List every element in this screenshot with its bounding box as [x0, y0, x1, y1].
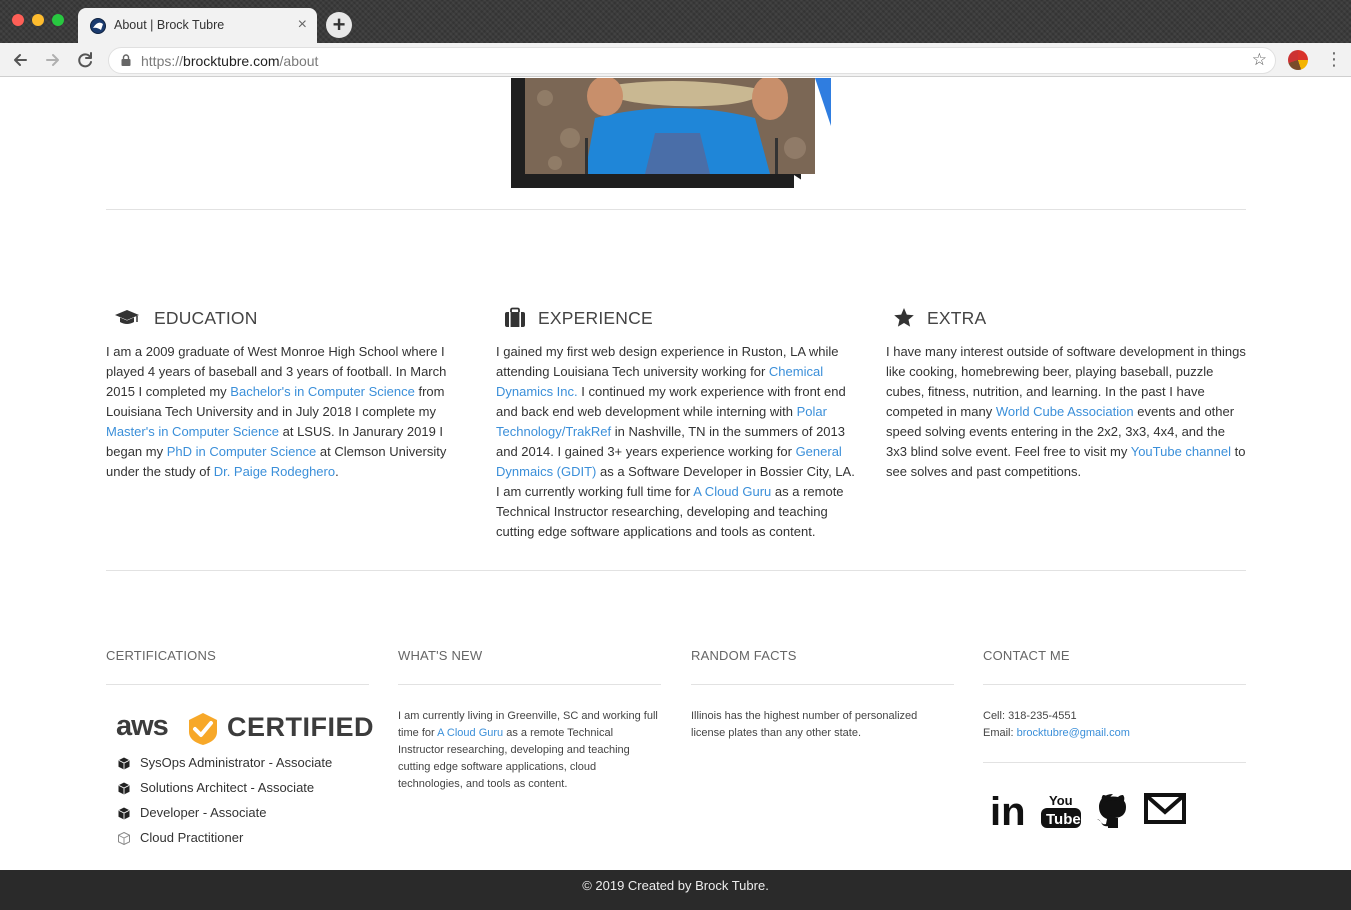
divider	[106, 209, 1246, 210]
certifications-section: CERTIFICATIONS	[106, 648, 369, 685]
random-facts-title: RANDOM FACTS	[691, 648, 954, 685]
email-link[interactable]: brocktubre@gmail.com	[1017, 727, 1130, 739]
whats-new-title: WHAT'S NEW	[398, 648, 661, 685]
reload-icon[interactable]	[74, 49, 96, 71]
aws-certified-text: CERTIFIED	[227, 712, 375, 742]
certification-item: SysOps Administrator - Associate	[116, 752, 368, 777]
divider	[106, 570, 1246, 571]
education-title: EDUCATION	[154, 308, 258, 328]
browser-toolbar: https://brocktubre.com/about ☆ ⋮	[0, 43, 1351, 77]
bookmark-star-icon[interactable]: ☆	[1252, 50, 1267, 70]
address-bar[interactable]: https://brocktubre.com/about ☆	[108, 47, 1276, 74]
aws-certifications-badge: aws CERTIFIED SysOps Administrator - Ass…	[116, 710, 374, 852]
a-cloud-guru-link[interactable]: A Cloud Guru	[437, 727, 503, 739]
social-links: in You Tube	[983, 791, 1246, 831]
site-favicon-icon	[90, 18, 106, 34]
random-fact-text: Illinois has the highest number of perso…	[691, 710, 918, 739]
lock-icon	[121, 54, 131, 66]
tab-title: About | Brock Tubre	[114, 18, 225, 32]
checkmark-badge-icon	[189, 713, 217, 745]
svg-text:in: in	[990, 791, 1026, 829]
svg-text:Tube: Tube	[1046, 811, 1081, 828]
cube-icon	[118, 782, 130, 795]
certification-item: Cloud Practitioner	[116, 827, 368, 852]
whats-new-section: WHAT'S NEW I am currently living in Gree…	[398, 648, 661, 793]
certifications-title: CERTIFICATIONS	[106, 648, 369, 685]
star-icon	[894, 308, 914, 327]
education-section: EDUCATION I am a 2009 graduate of West M…	[106, 306, 466, 482]
tab-close-icon[interactable]: ×	[298, 16, 307, 34]
experience-title: EXPERIENCE	[538, 308, 653, 328]
maximize-window-button[interactable]	[52, 14, 64, 26]
contact-title: CONTACT ME	[983, 648, 1246, 685]
arrow-left-icon[interactable]	[9, 49, 31, 71]
education-text: I am a 2009 graduate of West Monroe High…	[106, 344, 447, 479]
fishing-photo-image	[525, 78, 815, 174]
svg-text:You: You	[1049, 793, 1073, 808]
contact-section: CONTACT ME Cell: 318-235-4551 Email: bro…	[983, 648, 1246, 831]
certification-item: Developer - Associate	[116, 802, 368, 827]
extra-text: I have many interest outside of software…	[886, 344, 1246, 479]
minimize-window-button[interactable]	[32, 14, 44, 26]
whats-new-text: I am currently living in Greenville, SC …	[398, 710, 658, 790]
aws-logo: aws	[116, 710, 169, 742]
new-tab-button[interactable]: +	[326, 12, 352, 38]
page-footer: © 2019 Created by Brock Tubre.	[0, 870, 1351, 910]
cube-outline-icon	[118, 832, 130, 845]
browser-tab-active[interactable]: About | Brock Tubre ×	[78, 8, 317, 43]
briefcase-icon	[505, 307, 525, 327]
certification-item: Solutions Architect - Associate	[116, 777, 368, 802]
contact-details: Cell: 318-235-4551 Email: brocktubre@gma…	[983, 710, 1130, 739]
a-cloud-guru-link[interactable]: A Cloud Guru	[693, 484, 771, 499]
close-window-button[interactable]	[12, 14, 24, 26]
world-cube-association-link[interactable]: World Cube Association	[996, 404, 1134, 419]
phone-number: 318-235-4551	[1008, 710, 1077, 722]
browser-tab-bar: About | Brock Tubre × +	[0, 0, 1351, 43]
profile-avatar[interactable]	[1288, 50, 1308, 70]
email-icon[interactable]	[1142, 791, 1188, 827]
bachelors-link[interactable]: Bachelor's in Computer Science	[230, 384, 415, 399]
arrow-right-icon[interactable]	[42, 49, 64, 71]
experience-section: EXPERIENCE I gained my first web design …	[496, 306, 856, 542]
photo-accent-shape	[815, 78, 831, 126]
cube-icon	[118, 757, 130, 770]
advisor-link[interactable]: Dr. Paige Rodeghero	[214, 464, 335, 479]
random-facts-section: RANDOM FACTS Illinois has the highest nu…	[691, 648, 954, 742]
youtube-channel-link[interactable]: YouTube channel	[1131, 444, 1231, 459]
phd-link[interactable]: PhD in Computer Science	[167, 444, 317, 459]
copyright-text: © 2019 Created by Brock Tubre.	[582, 878, 769, 893]
cube-icon	[118, 807, 130, 820]
url-text: https://brocktubre.com/about	[141, 53, 319, 69]
masters-link[interactable]: Master's in Computer Science	[106, 424, 279, 439]
github-icon[interactable]	[1093, 791, 1133, 829]
profile-photo	[511, 78, 831, 188]
kebab-menu-icon[interactable]: ⋮	[1325, 49, 1343, 69]
linkedin-icon[interactable]: in	[989, 791, 1029, 829]
graduation-cap-icon	[115, 310, 139, 324]
extra-section: EXTRA I have many interest outside of so…	[886, 306, 1246, 482]
extra-title: EXTRA	[927, 308, 987, 328]
experience-text: I gained my first web design experience …	[496, 344, 855, 539]
youtube-icon[interactable]: You Tube	[1040, 791, 1082, 829]
divider	[983, 762, 1246, 763]
